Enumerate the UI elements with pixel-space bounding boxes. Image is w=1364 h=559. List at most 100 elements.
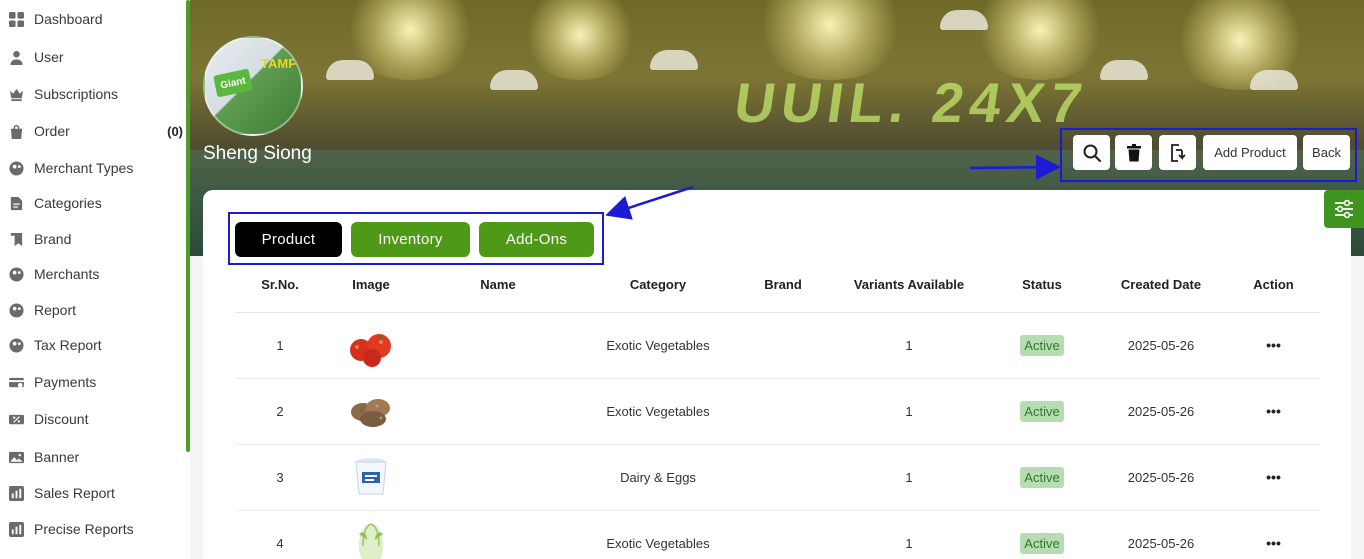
bookmark-icon xyxy=(8,231,24,247)
sidebar-item-label: Merchants xyxy=(34,266,100,282)
column-header[interactable]: Category xyxy=(579,258,737,313)
sidebar-item-brand[interactable]: Brand xyxy=(0,224,186,254)
table-header-row: Sr.No. Image Name Category Brand Variant… xyxy=(235,258,1320,313)
column-header[interactable]: Name xyxy=(417,258,579,313)
sidebar-item-label: Categories xyxy=(34,195,102,211)
image-cell xyxy=(325,444,417,511)
sidebar-item-label: Order xyxy=(34,123,70,139)
status-badge: Active xyxy=(1020,334,1064,356)
column-header[interactable]: Created Date xyxy=(1095,258,1227,313)
category-cell: Exotic Vegetables xyxy=(579,312,737,379)
more-actions-button[interactable]: ••• xyxy=(1266,535,1281,551)
payments-icon xyxy=(8,374,24,390)
table-row[interactable]: 1 Exotic Vegetables 1 Active 2025-05-26 … xyxy=(235,312,1320,379)
image-cell xyxy=(325,312,417,379)
product-image-patties xyxy=(351,399,390,427)
brand-cell xyxy=(737,378,829,445)
sidebar-item-merchant-types[interactable]: Merchant Types xyxy=(0,153,186,183)
banner-sign: UUIL. 24X7 xyxy=(730,71,1092,134)
sidebar-item-label: Sales Report xyxy=(34,485,115,501)
status-cell: Active xyxy=(989,312,1095,379)
dashboard-icon xyxy=(8,11,24,27)
sidebar-item-user[interactable]: User xyxy=(0,42,186,72)
sidebar-item-discount[interactable]: Discount xyxy=(0,404,186,434)
sidebar-item-sales-report[interactable]: Sales Report xyxy=(0,478,186,508)
tax-report-icon xyxy=(8,337,24,353)
merchants-icon xyxy=(8,266,24,282)
image-cell xyxy=(325,378,417,445)
status-badge: Active xyxy=(1020,532,1064,554)
more-actions-button[interactable]: ••• xyxy=(1266,337,1281,353)
sr-no-cell: 4 xyxy=(235,510,325,559)
sidebar-item-label: User xyxy=(34,49,64,65)
created-date-cell: 2025-05-26 xyxy=(1095,510,1227,559)
sidebar-item-label: Precise Reports xyxy=(34,521,134,537)
variants-cell: 1 xyxy=(829,444,989,511)
status-badge: Active xyxy=(1020,466,1064,488)
sidebar-item-label: Banner xyxy=(34,449,80,465)
filter-button[interactable] xyxy=(1324,190,1364,228)
sidebar-item-report[interactable]: Report xyxy=(0,295,186,325)
sidebar-item-tax-report[interactable]: Tax Report xyxy=(0,330,186,360)
merchant-types-icon xyxy=(8,160,24,176)
order-count-badge: (0) xyxy=(167,123,183,139)
sidebar-item-label: Tax Report xyxy=(34,337,102,353)
image-cell xyxy=(325,510,417,559)
sidebar-item-categories[interactable]: Categories xyxy=(0,188,186,218)
more-actions-button[interactable]: ••• xyxy=(1266,469,1281,485)
name-cell xyxy=(417,312,579,379)
product-image-yogurt-cup xyxy=(355,458,387,495)
action-cell: ••• xyxy=(1227,312,1320,379)
main-content: UUIL. 24X7 Giant TAMP Sheng Siong Add Pr… xyxy=(190,0,1364,559)
chart-icon xyxy=(8,521,24,537)
brand-cell xyxy=(737,510,829,559)
category-cell: Exotic Vegetables xyxy=(579,510,737,559)
store-logo: Giant TAMP xyxy=(203,36,303,136)
name-cell xyxy=(417,444,579,511)
table-row[interactable]: 4 Exotic Vegetables 1 Active 2025-05-26 … xyxy=(235,510,1320,559)
action-cell: ••• xyxy=(1227,378,1320,445)
action-cell: ••• xyxy=(1227,510,1320,559)
more-actions-button[interactable]: ••• xyxy=(1266,403,1281,419)
report-icon xyxy=(8,302,24,318)
crown-icon xyxy=(8,86,24,102)
sr-no-cell: 1 xyxy=(235,312,325,379)
sidebar-item-label: Subscriptions xyxy=(34,86,119,102)
status-badge: Active xyxy=(1020,400,1064,422)
created-date-cell: 2025-05-26 xyxy=(1095,444,1227,511)
variants-cell: 1 xyxy=(829,378,989,445)
column-header[interactable]: Sr.No. xyxy=(235,258,325,313)
sidebar-item-payments[interactable]: Payments xyxy=(0,367,186,397)
category-cell: Dairy & Eggs xyxy=(579,444,737,511)
sidebar-item-label: Payments xyxy=(34,374,97,390)
sidebar-item-label: Discount xyxy=(34,411,89,427)
column-header[interactable]: Brand xyxy=(737,258,829,313)
product-image-tomatoes xyxy=(350,334,391,367)
column-header[interactable]: Image xyxy=(325,258,417,313)
status-cell: Active xyxy=(989,510,1095,559)
sidebar-item-merchants[interactable]: Merchants xyxy=(0,259,186,289)
created-date-cell: 2025-05-26 xyxy=(1095,312,1227,379)
sidebar-item-label: Merchant Types xyxy=(34,160,134,176)
brand-cell xyxy=(737,312,829,379)
table-row[interactable]: 3 Dairy & Eggs 1 Active 2025-05-26 ••• xyxy=(235,444,1320,511)
column-header[interactable]: Action xyxy=(1227,258,1320,313)
sidebar-item-subscriptions[interactable]: Subscriptions xyxy=(0,79,186,109)
sr-no-cell: 2 xyxy=(235,378,325,445)
sliders-icon xyxy=(1335,199,1353,219)
image-icon xyxy=(8,449,24,465)
category-cell: Exotic Vegetables xyxy=(579,378,737,445)
sidebar-item-dashboard[interactable]: Dashboard xyxy=(0,4,186,34)
sidebar-item-label: Report xyxy=(34,302,77,318)
discount-icon xyxy=(8,411,24,427)
sidebar-item-order[interactable]: Order (0) xyxy=(0,116,186,146)
table-row[interactable]: 2 Exotic Vegetables 1 Active 2025-05-26 … xyxy=(235,378,1320,445)
status-cell: Active xyxy=(989,444,1095,511)
column-header[interactable]: Variants Available xyxy=(829,258,989,313)
sidebar-item-banner[interactable]: Banner xyxy=(0,442,186,472)
sidebar-item-label: Dashboard xyxy=(34,11,103,27)
logo-text: TAMP xyxy=(261,56,297,71)
column-header[interactable]: Status xyxy=(989,258,1095,313)
sidebar-item-precise-reports[interactable]: Precise Reports xyxy=(0,514,186,544)
name-cell xyxy=(417,510,579,559)
